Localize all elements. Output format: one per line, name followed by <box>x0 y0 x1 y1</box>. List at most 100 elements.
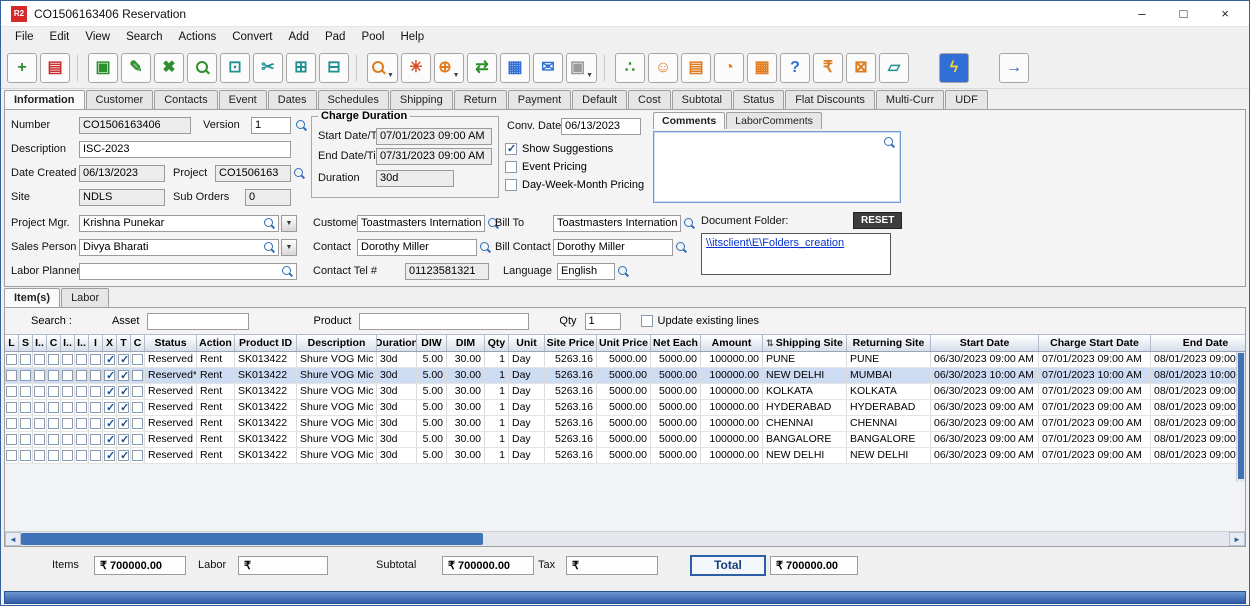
row-checkbox-cell[interactable] <box>61 368 75 383</box>
row-checkbox-cell[interactable] <box>75 368 89 383</box>
row-checkbox[interactable] <box>62 370 73 381</box>
vertical-scroll-thumb[interactable] <box>1238 353 1244 479</box>
row-checkbox-cell[interactable] <box>103 400 117 415</box>
row-checkbox-cell[interactable] <box>131 352 145 367</box>
row-checkbox-cell[interactable] <box>61 448 75 463</box>
row-checkbox[interactable] <box>34 450 45 461</box>
row-checkbox[interactable] <box>118 450 129 461</box>
labor-planner-field[interactable] <box>79 263 297 280</box>
tab-flat-discounts[interactable]: Flat Discounts <box>785 90 875 109</box>
sales-person-field[interactable]: Divya Bharati <box>79 239 279 256</box>
new-order-icon[interactable]: + <box>7 53 37 83</box>
language-search-icon[interactable] <box>617 265 630 278</box>
row-checkbox-cell[interactable] <box>33 400 47 415</box>
row-checkbox[interactable] <box>90 386 101 397</box>
column-header-flag[interactable]: I.. <box>33 335 47 351</box>
row-checkbox-cell[interactable] <box>61 416 75 431</box>
row-checkbox[interactable] <box>20 370 31 381</box>
row-checkbox[interactable] <box>118 418 129 429</box>
row-checkbox[interactable] <box>104 434 115 445</box>
menu-edit[interactable]: Edit <box>42 29 78 45</box>
column-header-shipping-site[interactable]: ⇅Shipping Site <box>763 335 847 351</box>
scroll-left-arrow-icon[interactable]: ◄ <box>5 532 21 546</box>
row-checkbox-cell[interactable] <box>5 432 19 447</box>
row-checkbox[interactable] <box>20 418 31 429</box>
row-checkbox-cell[interactable] <box>5 448 19 463</box>
row-checkbox[interactable] <box>104 418 115 429</box>
row-checkbox[interactable] <box>132 370 143 381</box>
row-checkbox[interactable] <box>6 370 17 381</box>
column-header-end-date[interactable]: End Date <box>1151 335 1245 351</box>
tab-shipping[interactable]: Shipping <box>390 90 453 109</box>
column-header-flag[interactable]: S <box>19 335 33 351</box>
row-checkbox[interactable] <box>118 354 129 365</box>
row-checkbox-cell[interactable] <box>19 416 33 431</box>
exit-icon[interactable]: → <box>999 53 1029 83</box>
row-checkbox[interactable] <box>34 386 45 397</box>
row-checkbox[interactable] <box>20 450 31 461</box>
row-checkbox-cell[interactable] <box>33 432 47 447</box>
quick-search-icon-dropdown[interactable]: ▼ <box>387 72 394 79</box>
row-checkbox-cell[interactable] <box>61 432 75 447</box>
column-header-flag[interactable]: I <box>89 335 103 351</box>
column-header-dim[interactable]: DIM <box>447 335 485 351</box>
update-existing-lines-checkbox[interactable] <box>641 315 653 327</box>
horizontal-scroll-thumb[interactable] <box>21 533 483 545</box>
tab-udf[interactable]: UDF <box>945 90 988 109</box>
minimize-button[interactable]: – <box>1138 7 1145 20</box>
row-checkbox-cell[interactable] <box>117 448 131 463</box>
row-checkbox-cell[interactable] <box>47 416 61 431</box>
row-checkbox[interactable] <box>20 354 31 365</box>
row-checkbox-cell[interactable] <box>61 352 75 367</box>
row-checkbox[interactable] <box>48 402 59 413</box>
add-items-icon[interactable]: ⊕▼ <box>434 53 464 83</box>
menu-view[interactable]: View <box>77 29 118 45</box>
column-header-flag[interactable]: C <box>131 335 145 351</box>
items-tab-labor[interactable]: Labor <box>61 288 109 307</box>
contact-field[interactable]: Dorothy Miller <box>357 239 477 256</box>
conv-date-field[interactable]: 06/13/2023 <box>561 118 641 135</box>
row-checkbox[interactable] <box>76 354 87 365</box>
column-header-diw[interactable]: DIW <box>417 335 447 351</box>
tab-information[interactable]: Information <box>4 90 85 109</box>
comments-tab-laborcomments[interactable]: LaborComments <box>726 112 822 129</box>
tab-status[interactable]: Status <box>733 90 784 109</box>
row-checkbox-cell[interactable] <box>33 416 47 431</box>
tab-cost[interactable]: Cost <box>628 90 671 109</box>
row-checkbox-cell[interactable] <box>5 352 19 367</box>
row-checkbox[interactable] <box>62 402 73 413</box>
row-checkbox-cell[interactable] <box>131 384 145 399</box>
column-header-charge-start-date[interactable]: Charge Start Date <box>1039 335 1151 351</box>
row-checkbox-cell[interactable] <box>75 448 89 463</box>
print-icon[interactable]: ▤ <box>40 53 70 83</box>
row-checkbox-cell[interactable] <box>33 368 47 383</box>
row-checkbox[interactable] <box>132 402 143 413</box>
project-mgr-search-icon[interactable] <box>263 217 276 230</box>
row-checkbox-cell[interactable] <box>61 400 75 415</box>
menu-help[interactable]: Help <box>392 29 432 45</box>
menu-search[interactable]: Search <box>118 29 170 45</box>
truck-icon[interactable]: ▱ <box>879 53 909 83</box>
row-checkbox[interactable] <box>20 434 31 445</box>
row-checkbox-cell[interactable] <box>131 368 145 383</box>
tab-multi-curr[interactable]: Multi-Curr <box>876 90 944 109</box>
row-checkbox-cell[interactable] <box>19 448 33 463</box>
table-row[interactable]: ReservedRentSK013422Shure VOG Mic30d5.00… <box>5 352 1245 368</box>
row-checkbox-cell[interactable] <box>5 384 19 399</box>
row-checkbox[interactable] <box>132 418 143 429</box>
row-checkbox[interactable] <box>6 402 17 413</box>
checkbox-show-suggestions[interactable] <box>505 143 517 155</box>
checkbox-event-pricing[interactable] <box>505 161 517 173</box>
tab-subtotal[interactable]: Subtotal <box>672 90 732 109</box>
row-checkbox-cell[interactable] <box>19 384 33 399</box>
document-folder-link[interactable]: \\itsclient\E\Folders_creation <box>706 237 844 249</box>
row-checkbox-cell[interactable] <box>131 416 145 431</box>
items-tab-item-s[interactable]: Item(s) <box>4 288 60 307</box>
column-header-site-price[interactable]: Site Price <box>545 335 597 351</box>
row-checkbox[interactable] <box>90 402 101 413</box>
tab-dates[interactable]: Dates <box>268 90 317 109</box>
expand-icon[interactable]: ⇄ <box>467 53 497 83</box>
labor-planner-search-icon[interactable] <box>281 265 294 278</box>
row-checkbox[interactable] <box>34 434 45 445</box>
row-checkbox[interactable] <box>48 354 59 365</box>
